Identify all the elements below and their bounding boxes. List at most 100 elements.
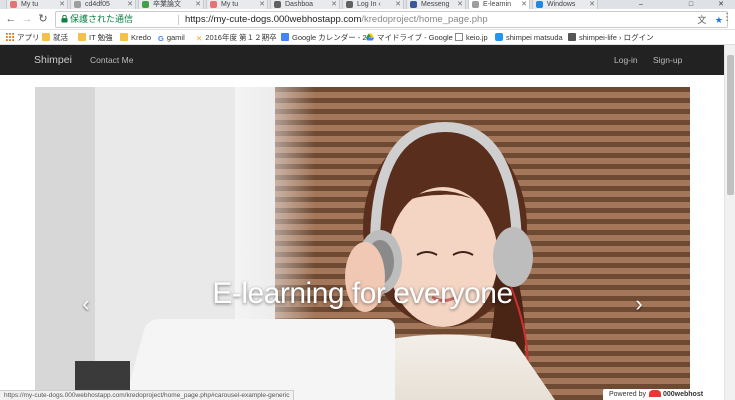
tab-label: cd4df05 xyxy=(85,1,110,8)
tab-label: E-learnin xyxy=(483,1,512,8)
bookmark-calendar[interactable]: Google カレンダー - 20 xyxy=(281,30,371,44)
close-icon[interactable]: ✕ xyxy=(127,0,133,9)
status-bar-url: https://my-cute-dogs.000webhostapp.com/k… xyxy=(0,390,295,400)
folder-icon xyxy=(42,33,50,41)
bookmark-label: shimpei-life › ログイン xyxy=(579,33,654,42)
maximize-icon[interactable]: □ xyxy=(680,0,702,9)
close-icon[interactable]: ✕ xyxy=(195,0,201,9)
nav-contact-link[interactable]: Contact Me xyxy=(90,45,133,75)
url-text[interactable]: https://my-cute-dogs.000webhostapp.com/k… xyxy=(185,12,488,27)
back-arrow-icon[interactable]: ← xyxy=(4,12,18,26)
tab-label: 卒業論文 xyxy=(153,1,181,8)
bookmark-folder[interactable]: Kredo xyxy=(120,30,152,44)
bookmark-label: gamil xyxy=(166,33,185,42)
omnibox-divider xyxy=(178,15,179,25)
carousel-prev-icon[interactable]: ‹ xyxy=(74,292,98,316)
cloud-icon xyxy=(495,33,503,41)
brand-link[interactable]: Shimpei xyxy=(34,45,72,75)
url-path: /kredoproject/home_page.php xyxy=(361,14,488,25)
bookmark-label: マイドライブ - Google xyxy=(377,33,453,42)
lock-icon xyxy=(61,15,68,23)
browser-tab[interactable]: Log In ‹ ✕ xyxy=(342,0,404,9)
address-bar[interactable]: 保護された通信 https://my-cute-dogs.000webhosta… xyxy=(55,11,728,28)
bookmark-folder[interactable]: 就活 xyxy=(42,30,68,44)
close-icon[interactable]: ✕ xyxy=(331,0,337,9)
browser-tab[interactable]: My tu ✕ xyxy=(6,0,68,9)
bookmark-label: Kredo xyxy=(131,33,152,42)
folder-icon xyxy=(120,33,128,41)
tab-favicon-icon xyxy=(210,1,217,8)
bookmark-label: 就活 xyxy=(53,33,68,42)
page-scrollbar[interactable] xyxy=(724,45,735,400)
security-label: 保護された通信 xyxy=(70,14,134,24)
powered-by-brand: 000webhost xyxy=(662,391,704,398)
omnibox-actions: 文 ★ xyxy=(697,13,723,26)
x-icon: ✕ xyxy=(196,34,203,43)
tab-favicon-icon xyxy=(74,1,81,8)
bookmark-apps[interactable]: アプリ xyxy=(6,30,40,44)
blog-icon xyxy=(568,33,576,41)
browser-menu-icon[interactable]: ⋮ xyxy=(722,12,732,23)
close-icon[interactable]: ✕ xyxy=(59,0,65,9)
drive-icon xyxy=(366,33,374,41)
bookmark-folder[interactable]: IT 勉強 xyxy=(78,30,113,44)
bookmark-label: keio.jp xyxy=(466,33,488,42)
forward-arrow-icon[interactable]: → xyxy=(20,12,34,26)
bookmarks-bar: アプリ 就活 IT 勉強 Kredo Ggamil ✕ 2016年度 第１２期卒 … xyxy=(0,30,735,45)
tab-favicon-icon xyxy=(536,1,543,8)
hero-image xyxy=(35,87,690,400)
close-icon[interactable]: ✕ xyxy=(457,0,463,9)
tab-label: Log In ‹ xyxy=(357,1,381,8)
browser-toolbar: ← → ↻ 保護された通信 https://my-cute-dogs.000we… xyxy=(0,9,735,30)
close-icon[interactable]: ✕ xyxy=(521,0,527,9)
browser-tab[interactable]: cd4df05 ✕ xyxy=(70,0,136,9)
bookmark-label: shimpei matsuda xyxy=(506,33,563,42)
bookmark-gmail[interactable]: Ggamil xyxy=(158,30,185,44)
tab-label: Messeng xyxy=(421,1,450,8)
browser-tab[interactable]: Windows ✕ xyxy=(532,0,598,9)
tab-favicon-icon xyxy=(346,1,353,8)
bookmark-label: アプリ xyxy=(17,33,40,42)
bookmark-label: Google カレンダー - 20 xyxy=(292,33,371,42)
powered-by-label: Powered by xyxy=(609,391,646,398)
nav-signup-link[interactable]: Sign-up xyxy=(653,45,682,75)
close-icon[interactable]: ✕ xyxy=(259,0,265,9)
browser-tab[interactable]: 卒業論文 ✕ xyxy=(138,0,204,9)
scrollbar-thumb[interactable] xyxy=(727,55,734,195)
tab-label: My tu xyxy=(21,1,39,8)
hero-carousel: E-learning for everyone ‹ › xyxy=(35,87,690,400)
apps-icon xyxy=(6,33,14,41)
translate-icon[interactable]: 文 xyxy=(697,15,706,25)
bookmark-cloud[interactable]: shimpei matsuda xyxy=(495,30,563,44)
tab-favicon-icon xyxy=(410,1,417,8)
webhost-logo-icon xyxy=(648,390,661,397)
google-icon: G xyxy=(158,34,164,43)
folder-icon xyxy=(78,33,86,41)
powered-by-badge[interactable]: Powered by 000webhost xyxy=(603,389,718,400)
close-icon[interactable]: ✕ xyxy=(395,0,401,9)
nav-login-link[interactable]: Log-in xyxy=(614,45,638,75)
tab-label: Windows xyxy=(547,1,576,8)
close-window-icon[interactable]: ✕ xyxy=(710,0,732,9)
site-navbar: Shimpei Contact Me Log-in Sign-up xyxy=(0,45,724,75)
browser-tab-strip: My tu ✕ cd4df05 ✕ 卒業論文 ✕ My tu ✕ Dashboa… xyxy=(0,0,735,9)
url-host: https://my-cute-dogs.000webhostapp.com xyxy=(185,14,362,25)
browser-tab[interactable]: Messeng ✕ xyxy=(406,0,466,9)
web-page: Shimpei Contact Me Log-in Sign-up E-lear… xyxy=(0,45,735,400)
browser-tab[interactable]: Dashboa ✕ xyxy=(270,0,340,9)
reload-icon[interactable]: ↻ xyxy=(36,12,50,26)
tab-favicon-icon xyxy=(10,1,17,8)
bookmark-blog[interactable]: shimpei-life › ログイン xyxy=(568,30,654,44)
hero-caption: E-learning for everyone xyxy=(212,277,513,310)
bookmark-drive[interactable]: マイドライブ - Google xyxy=(366,30,453,44)
browser-tab[interactable]: My tu ✕ xyxy=(206,0,268,9)
tab-favicon-icon xyxy=(274,1,281,8)
bookmark-keio[interactable]: keio.jp xyxy=(455,30,488,44)
bookmark-link[interactable]: ✕ 2016年度 第１２期卒 xyxy=(196,30,277,44)
browser-tab-active[interactable]: E-learnin ✕ xyxy=(468,0,530,9)
minimize-icon[interactable]: – xyxy=(630,0,652,9)
calendar-icon xyxy=(281,33,289,41)
carousel-next-icon[interactable]: › xyxy=(627,292,651,316)
close-icon[interactable]: ✕ xyxy=(589,0,595,9)
bookmark-label: IT 勉強 xyxy=(89,33,113,42)
